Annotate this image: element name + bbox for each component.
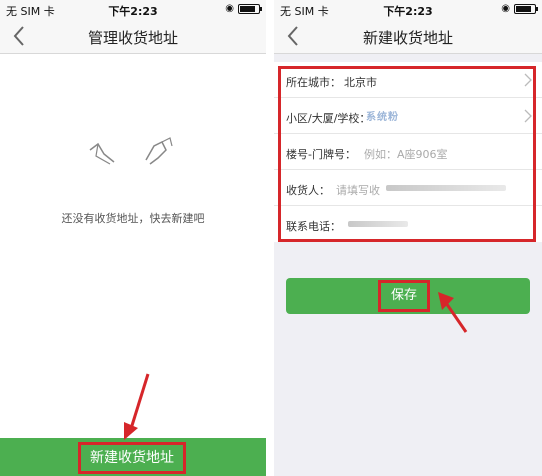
battery-fill	[516, 5, 531, 12]
form-highlight-box	[278, 66, 536, 242]
empty-box-illustration-icon	[89, 137, 173, 165]
annotation-arrow-right	[438, 292, 468, 333]
status-bar: 无 SIM 卡 下午2:23 ◉	[0, 0, 266, 18]
save-button[interactable]: 保存	[378, 280, 430, 312]
battery-icon	[238, 3, 262, 14]
page-title: 管理收货地址	[87, 29, 178, 47]
rotation-lock-icon: ◉	[225, 3, 234, 14]
new-address-screen: 无 SIM 卡 下午2:23 ◉ 新建收货地址 所在城市： 北京市 小区/大厦/…	[274, 0, 542, 476]
status-bar: 无 SIM 卡 下午2:23 ◉	[274, 0, 542, 18]
rotation-lock-icon: ◉	[501, 3, 510, 14]
annotation-arrow-left	[124, 373, 150, 440]
battery-icon	[514, 3, 538, 14]
new-address-button[interactable]: 新建收货地址	[78, 442, 186, 474]
status-right: ◉	[501, 3, 538, 14]
page-title: 新建收货地址	[362, 29, 453, 47]
nav-bar: 管理收货地址	[0, 18, 266, 54]
empty-message: 还没有收货地址，快去新建吧	[61, 212, 205, 225]
nav-bar: 新建收货地址	[274, 18, 542, 54]
battery-fill	[240, 5, 255, 12]
screen-divider	[266, 0, 274, 476]
status-right: ◉	[225, 3, 262, 14]
manage-address-screen: 无 SIM 卡 下午2:23 ◉ 管理收货地址 还没有收货地址，快去新建吧 新建…	[0, 0, 266, 476]
